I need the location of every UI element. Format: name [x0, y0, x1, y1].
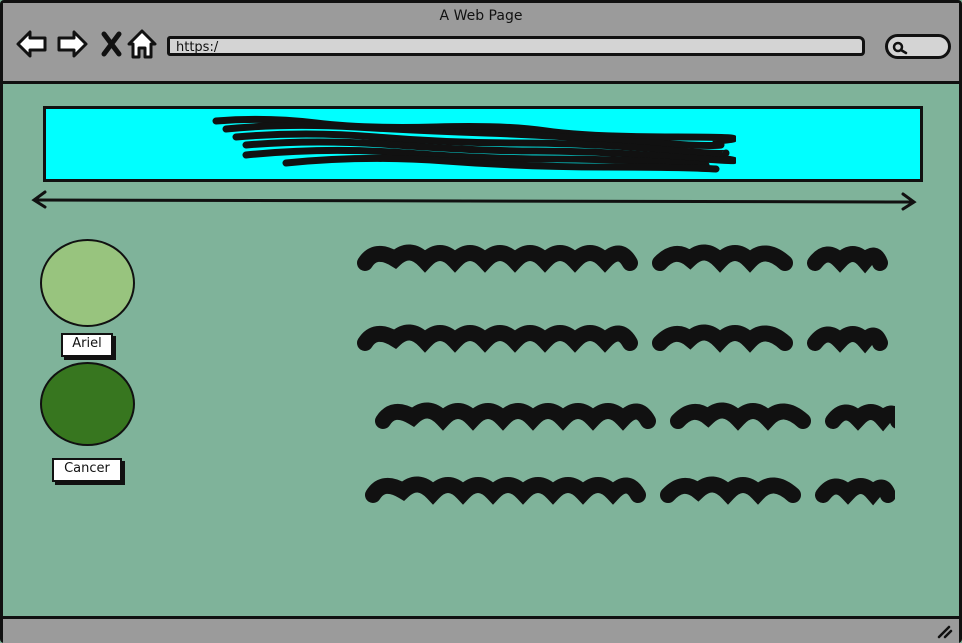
- home-icon[interactable]: [125, 27, 159, 61]
- avatar-ariel[interactable]: [40, 239, 135, 327]
- back-arrow-icon[interactable]: [15, 27, 49, 61]
- url-text: https:/: [176, 40, 219, 55]
- forward-arrow-icon[interactable]: [55, 27, 89, 61]
- avatar-cancer[interactable]: [40, 362, 135, 446]
- text-line-2: [365, 332, 880, 343]
- browser-toolbar: A Web Page https:/: [3, 3, 959, 84]
- banner: [43, 106, 923, 182]
- name-label-ariel: Ariel: [61, 333, 113, 357]
- close-x-icon[interactable]: [95, 27, 129, 61]
- name-label-cancer: Cancer: [52, 458, 122, 482]
- browser-window: A Web Page https:/ Ariel Cancer: [0, 0, 962, 643]
- search-icon: [892, 41, 908, 55]
- url-input[interactable]: https:/: [167, 36, 865, 56]
- status-bar: [3, 616, 959, 643]
- text-line-1: [365, 252, 880, 263]
- text-line-4: [373, 484, 888, 495]
- window-title: A Web Page: [439, 8, 523, 24]
- resize-grip-icon[interactable]: [935, 623, 953, 639]
- banner-scribble: [212, 115, 736, 173]
- text-scribble-block: [355, 241, 895, 521]
- search-button[interactable]: [885, 34, 951, 59]
- text-line-3: [383, 410, 895, 421]
- width-arrow: [31, 190, 917, 211]
